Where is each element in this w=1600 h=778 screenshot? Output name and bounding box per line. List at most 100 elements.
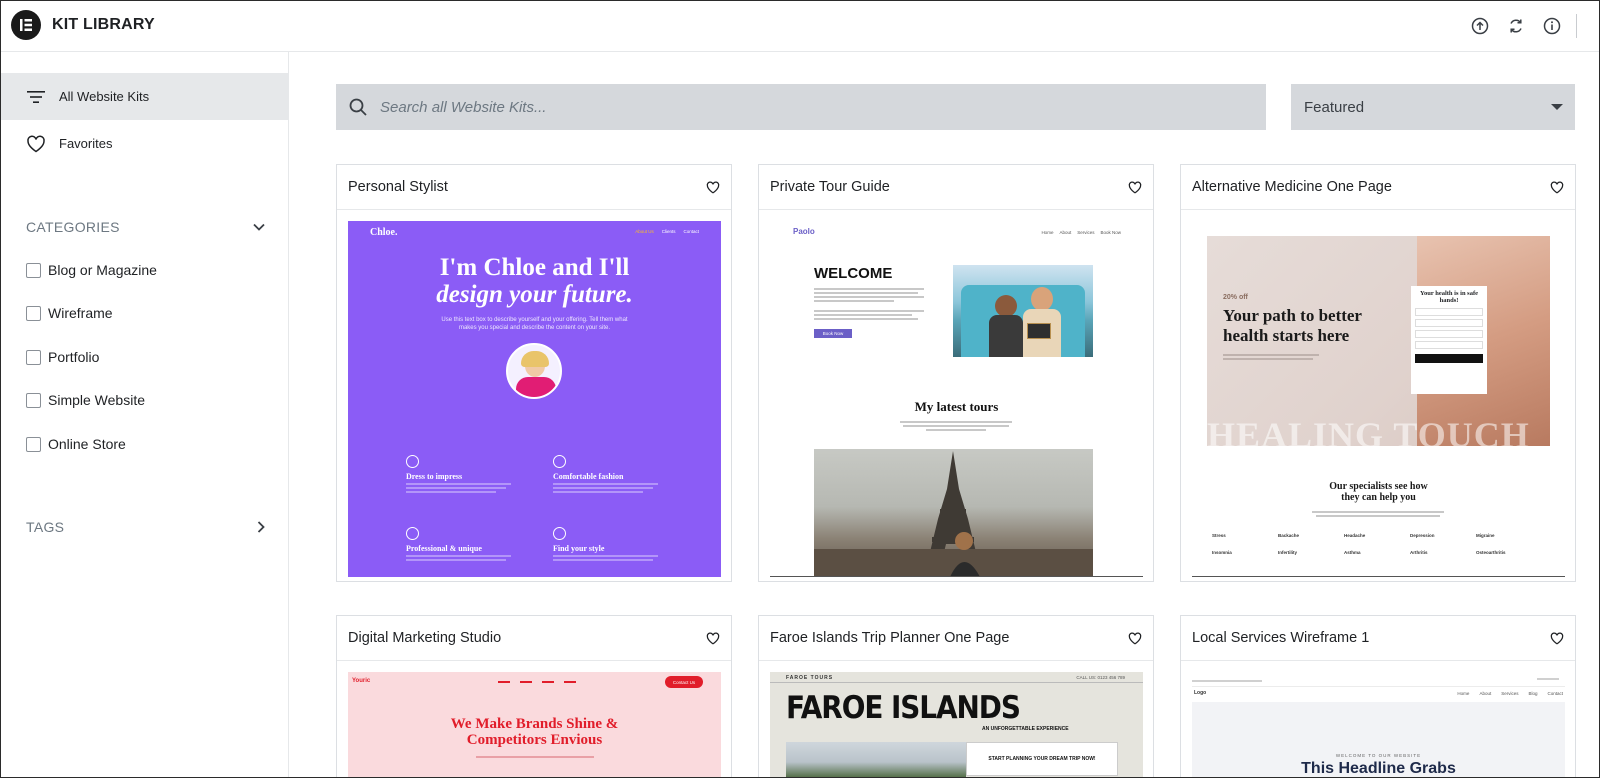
favorite-heart-icon[interactable]: [706, 180, 720, 194]
preview-nav-item: Contact: [1547, 691, 1563, 696]
preview-feature-title: Comfortable fashion: [553, 472, 624, 481]
preview-condition: Stress: [1212, 533, 1226, 538]
elementor-logo-icon: [11, 10, 41, 40]
checkbox[interactable]: [26, 305, 41, 321]
preview-feature-title: Find your style: [553, 544, 605, 553]
preview-nav-item: Services: [1077, 230, 1095, 235]
tags-toggle[interactable]: TAGS: [26, 519, 266, 535]
checkbox[interactable]: [26, 436, 41, 452]
preview-condition: Infertility: [1278, 550, 1298, 555]
preview-nav: Home About Services Book Now: [1041, 230, 1121, 235]
kit-preview-image[interactable]: Logo Home About Services Blog Contact WE…: [1192, 672, 1565, 777]
categories-heading: CATEGORIES: [26, 219, 120, 235]
preview-nav-item: Services: [1501, 691, 1519, 696]
kit-card-header: Digital Marketing Studio: [337, 616, 731, 661]
kit-card-header: Local Services Wireframe 1: [1181, 616, 1575, 661]
checkbox[interactable]: [26, 349, 41, 365]
kit-card-title: Private Tour Guide: [770, 179, 890, 195]
preview-specialists-text: [1312, 509, 1446, 519]
preview-form: Your health is in safe hands!: [1411, 286, 1487, 394]
preview-nav: Home About Services Blog Contact: [1457, 691, 1563, 696]
sort-selected-value: Featured: [1304, 98, 1365, 116]
sort-select[interactable]: Featured: [1291, 84, 1575, 130]
preview-couple-photo: [953, 265, 1093, 357]
preview-conditions: Stress Backache Headache Depression Migr…: [1212, 533, 1542, 555]
preview-brand: Youric: [352, 678, 371, 684]
preview-nav-item: About: [1479, 691, 1492, 696]
category-checkbox-simple-website[interactable]: Simple Website: [26, 392, 145, 408]
preview-nav-item: Book Now: [1100, 230, 1121, 235]
preview-feature-1: Dress to impress: [406, 455, 526, 495]
preview-condition: Asthma: [1344, 550, 1361, 555]
category-checkbox-portfolio[interactable]: Portfolio: [26, 349, 99, 365]
preview-nav-item: About: [1059, 230, 1072, 235]
favorite-heart-icon[interactable]: [1550, 180, 1564, 194]
kit-card-local-services-wireframe-1[interactable]: Local Services Wireframe 1 Logo Home Abo…: [1180, 615, 1576, 777]
favorite-heart-icon[interactable]: [1128, 180, 1142, 194]
checkbox[interactable]: [26, 392, 41, 408]
preview-discount: 20% off: [1223, 294, 1248, 301]
info-icon[interactable]: [1534, 8, 1570, 44]
preview-landscape-photo: [786, 742, 966, 777]
kit-card-personal-stylist[interactable]: Personal Stylist Chloe. About Us Clients…: [336, 164, 732, 582]
category-checkbox-blog-or-magazine[interactable]: Blog or Magazine: [26, 262, 157, 278]
kit-card-private-tour-guide[interactable]: Private Tour Guide Paolo Home About Serv…: [758, 164, 1154, 582]
preview-watermark: HEALING TOUCH: [1207, 415, 1530, 446]
search-bar[interactable]: [336, 84, 1266, 130]
category-label: Online Store: [48, 436, 126, 452]
checkbox[interactable]: [26, 262, 41, 278]
kit-card-digital-marketing-studio[interactable]: Digital Marketing Studio Youric Contact …: [336, 615, 732, 777]
categories-toggle[interactable]: CATEGORIES: [26, 219, 266, 235]
preview-body-text: Use this text box to describe yourself a…: [441, 317, 628, 331]
import-icon[interactable]: [1462, 8, 1498, 44]
category-checkbox-online-store[interactable]: Online Store: [26, 436, 126, 452]
sidebar-item-favorites[interactable]: Favorites: [1, 120, 288, 167]
category-label: Portfolio: [48, 349, 100, 365]
kit-card-alternative-medicine-one-page[interactable]: Alternative Medicine One Page 20% off Yo…: [1180, 164, 1576, 582]
kit-card-title: Alternative Medicine One Page: [1192, 179, 1392, 195]
preview-feature-2: Comfortable fashion: [553, 455, 673, 495]
preview-nav-item: Home: [1041, 230, 1054, 235]
app-title: KIT LIBRARY: [52, 16, 155, 33]
preview-condition: Insomnia: [1212, 550, 1232, 555]
preview-headline: Your path to better health starts here: [1223, 306, 1362, 345]
kit-preview-image[interactable]: FAROE TOURS CALL US: 0123 456 789 FAROE …: [770, 672, 1143, 777]
kit-preview-image[interactable]: Paolo Home About Services Book Now WELCO…: [770, 221, 1143, 577]
preview-brand: Chloe.: [370, 227, 398, 238]
preview-nav-item: Clients: [661, 229, 676, 234]
preview-cta: START PLANNING YOUR DREAM TRIP NOW!: [966, 742, 1118, 776]
kit-card-title: Faroe Islands Trip Planner One Page: [770, 630, 1010, 646]
preview-condition: Headache: [1344, 533, 1366, 538]
kit-preview-image[interactable]: Youric Contact Us We Make Brands Shine &…: [348, 672, 721, 777]
preview-welcome-text: [814, 286, 926, 322]
kit-card-header: Private Tour Guide: [759, 165, 1153, 210]
kit-preview-image[interactable]: Chloe. About Us Clients Contact I'm Chlo…: [348, 221, 721, 577]
preview-hero-text: [1223, 352, 1323, 362]
kit-card-header: Alternative Medicine One Page: [1181, 165, 1575, 210]
preview-tagline: AN UNFORGETTABLE EXPERIENCE: [982, 726, 1069, 732]
sidebar-item-all-website-kits[interactable]: All Website Kits: [1, 73, 288, 120]
kit-preview-image[interactable]: 20% off Your path to better health start…: [1192, 221, 1565, 577]
header-actions: [1462, 1, 1577, 51]
preview-tours-text: [900, 419, 1012, 433]
preview-tours-title: My latest tours: [914, 399, 999, 414]
favorite-heart-icon[interactable]: [1550, 631, 1564, 645]
kit-card-header: Personal Stylist: [337, 165, 731, 210]
favorite-heart-icon[interactable]: [1128, 631, 1142, 645]
preview-feature-title: Dress to impress: [406, 472, 463, 481]
preview-headline: FAROE ISLANDS: [786, 690, 1021, 726]
sync-icon[interactable]: [1498, 8, 1534, 44]
category-checkbox-wireframe[interactable]: Wireframe: [26, 305, 113, 321]
kit-card-title: Personal Stylist: [348, 179, 448, 195]
favorite-heart-icon[interactable]: [706, 631, 720, 645]
preview-nav: About Us Clients Contact: [635, 229, 699, 234]
preview-hero: 20% off Your path to better health start…: [1207, 236, 1550, 446]
chevron-down-icon: [253, 223, 265, 231]
preview-brand: FAROE TOURS: [786, 675, 834, 681]
preview-form-title: Your health is in safe hands!: [1419, 290, 1479, 304]
kit-card-title: Digital Marketing Studio: [348, 630, 502, 646]
search-input[interactable]: [380, 98, 1240, 116]
kit-card-title: Local Services Wireframe 1: [1192, 630, 1370, 646]
kit-card-faroe-islands-trip-planner[interactable]: Faroe Islands Trip Planner One Page FARO…: [758, 615, 1154, 777]
caret-down-icon: [1551, 104, 1563, 110]
